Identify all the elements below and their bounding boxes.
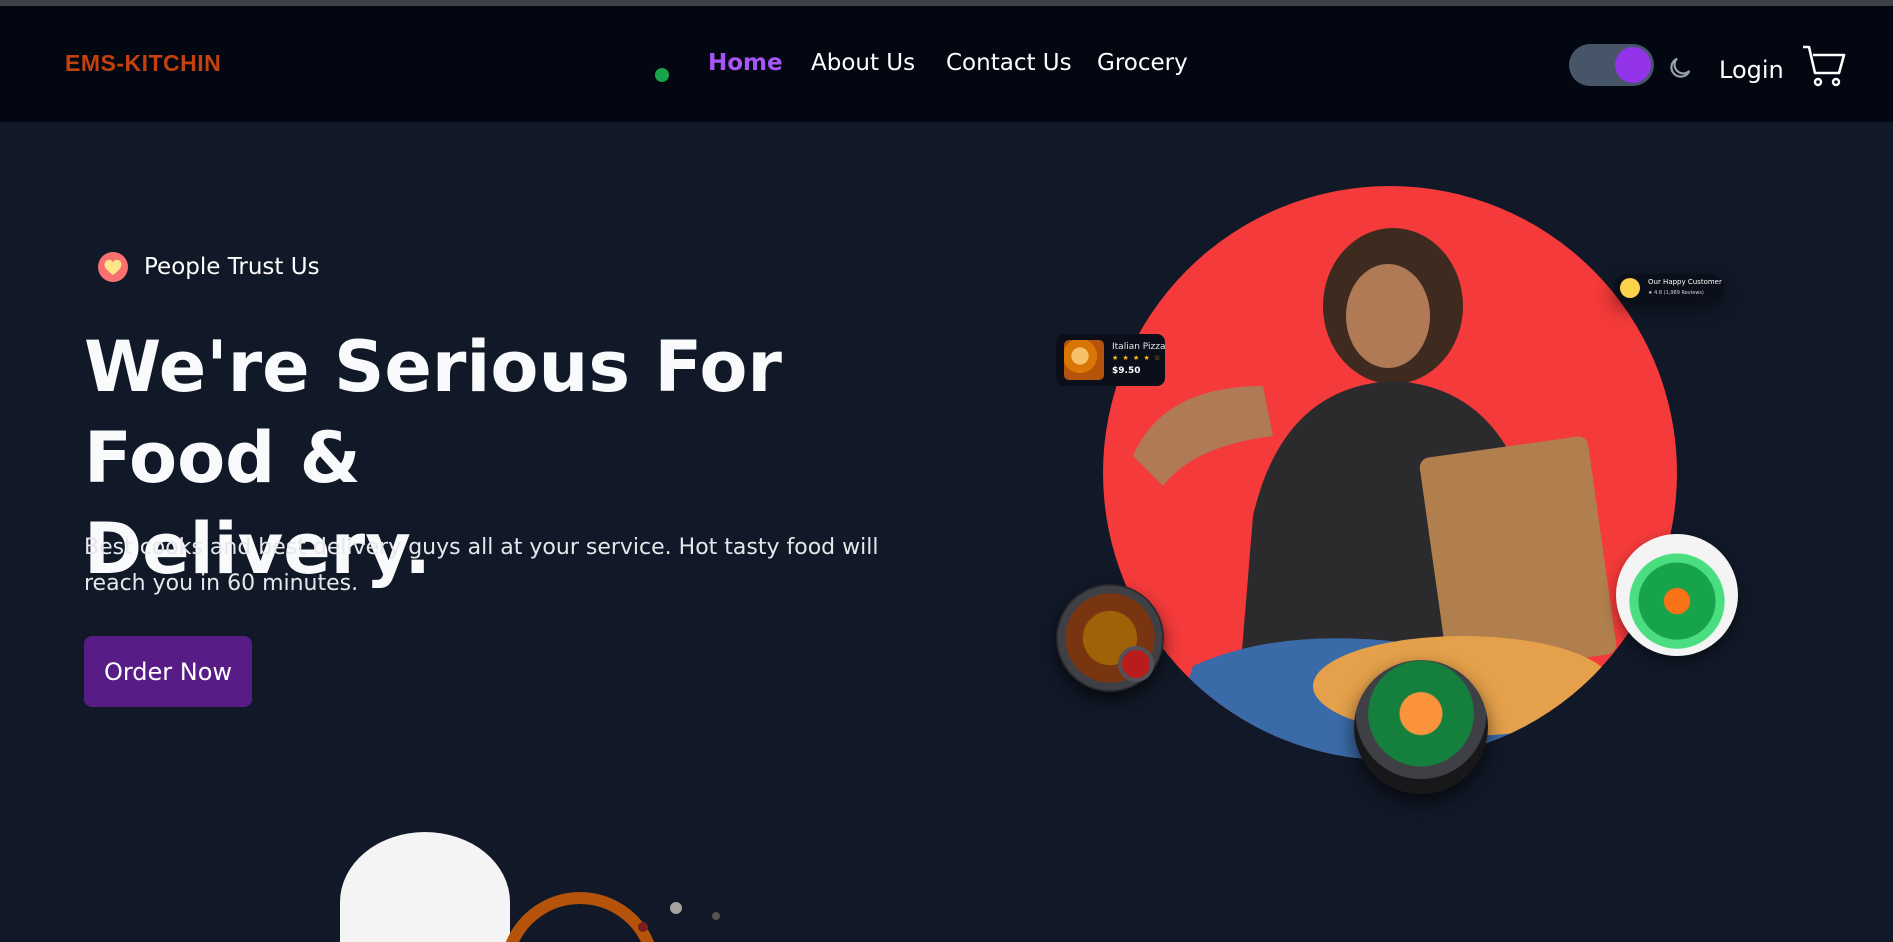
status-dot — [655, 68, 669, 82]
pizza-thumbnail — [1064, 340, 1104, 380]
dish-image-sauce — [1118, 646, 1154, 682]
hero-headline-line-1: We're Serious For Food & — [84, 326, 782, 499]
chef-hat-image — [340, 832, 510, 942]
spice-decoration — [670, 902, 682, 914]
customer-card-rating: ★ 4.8 (1,989 Reviews) — [1648, 290, 1704, 296]
logo[interactable]: EMS-KITCHIN — [65, 50, 221, 77]
nav-link-grocery[interactable]: Grocery — [1097, 50, 1188, 76]
nav-link-contact-us[interactable]: Contact Us — [946, 50, 1072, 76]
product-name: Italian Pizza — [1112, 342, 1166, 352]
trust-badge-text: People Trust Us — [144, 254, 320, 280]
dish-image-salmon-salad — [1616, 534, 1738, 656]
product-rating-stars: ★ ★ ★ ★ ☆ — [1112, 354, 1162, 362]
product-card-italian-pizza[interactable]: Italian Pizza ★ ★ ★ ★ ☆ $9.50 — [1056, 334, 1165, 386]
order-now-button[interactable]: Order Now — [84, 636, 252, 707]
navbar: EMS-KITCHIN Home About Us Contact Us Gro… — [0, 6, 1893, 122]
heart-icon — [98, 252, 128, 282]
spice-decoration — [638, 922, 648, 932]
theme-toggle[interactable] — [1569, 44, 1654, 86]
spice-decoration — [712, 912, 720, 920]
nav-link-about-us[interactable]: About Us — [811, 50, 915, 76]
login-link[interactable]: Login — [1719, 56, 1784, 84]
nav-link-home[interactable]: Home — [708, 50, 783, 76]
cart-icon[interactable] — [1800, 42, 1848, 90]
customer-avatar — [1620, 278, 1640, 298]
dish-image-salmon-greens — [1354, 660, 1488, 794]
bowl-image — [500, 892, 660, 942]
product-price: $9.50 — [1112, 366, 1141, 376]
moon-icon — [1670, 57, 1691, 78]
happy-customer-card: Our Happy Customer ★ 4.8 (1,989 Reviews) — [1614, 274, 1724, 302]
hero-subtext: Best cooks and best delivery guys all at… — [84, 535, 879, 596]
theme-toggle-knob — [1615, 47, 1651, 83]
customer-card-title: Our Happy Customer — [1648, 278, 1722, 286]
